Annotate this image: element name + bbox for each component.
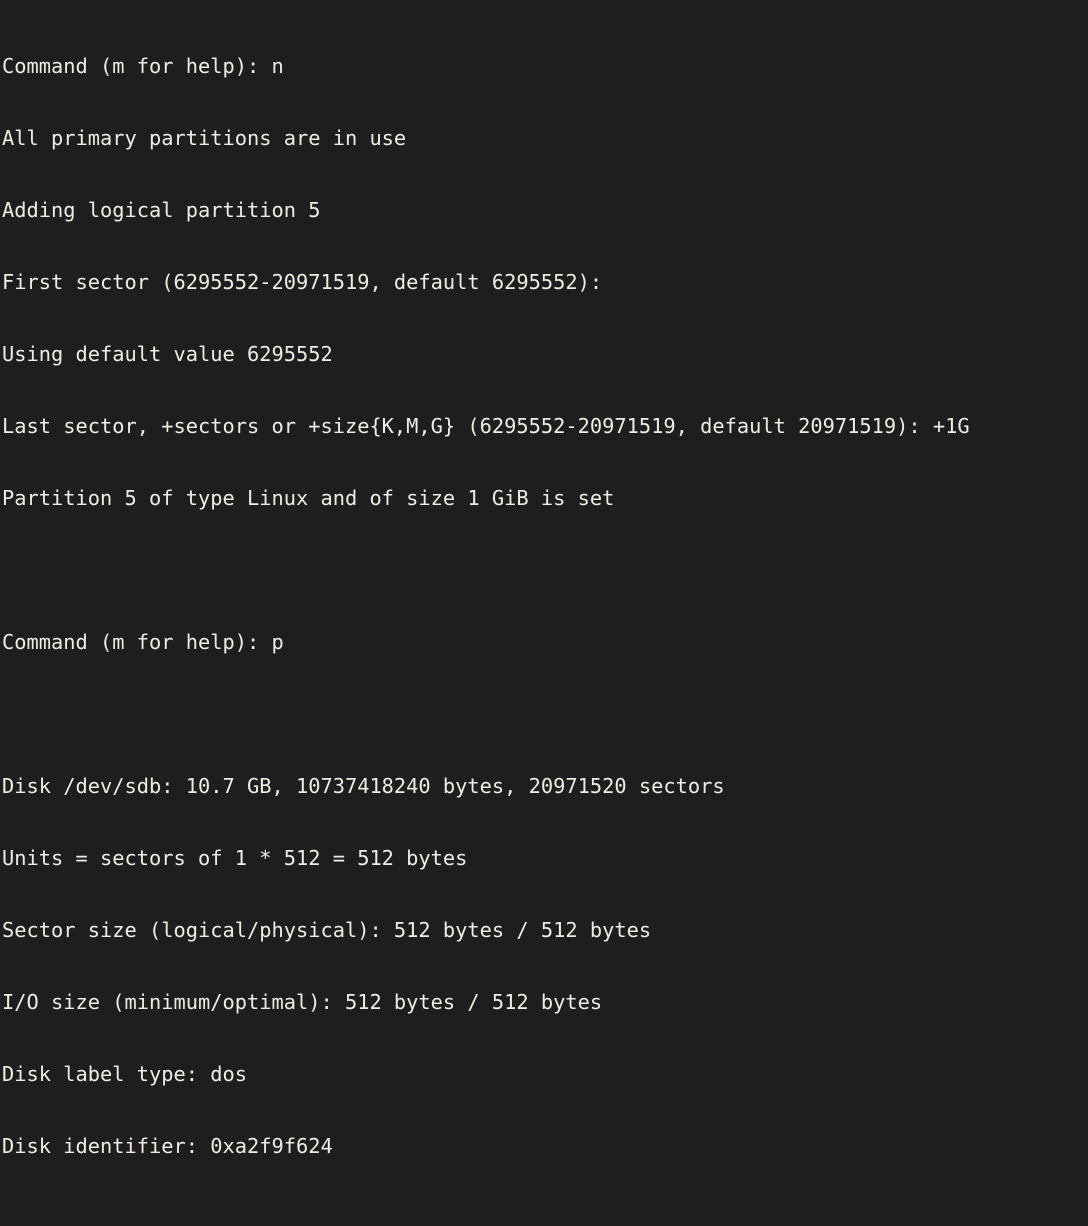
- terminal-line-partition-set: Partition 5 of type Linux and of size 1 …: [2, 486, 615, 510]
- terminal-line-using-default-value: Using default value 6295552: [2, 342, 333, 366]
- terminal-line-adding-logical-partition: Adding logical partition 5: [2, 198, 321, 222]
- terminal-line-disk-label-type: Disk label type: dos: [2, 1062, 247, 1086]
- terminal-line-disk-summary: Disk /dev/sdb: 10.7 GB, 10737418240 byte…: [2, 774, 725, 798]
- terminal-line-disk-identifier: Disk identifier: 0xa2f9f624: [2, 1134, 333, 1158]
- terminal-line-first-sector-prompt: First sector (6295552-20971519, default …: [2, 270, 603, 294]
- terminal-line-all-primary-in-use: All primary partitions are in use: [2, 126, 407, 150]
- terminal-screen[interactable]: Command (m for help): n All primary part…: [0, 0, 1088, 1158]
- terminal-line-io-size: I/O size (minimum/optimal): 512 bytes / …: [2, 990, 603, 1014]
- terminal-line-units: Units = sectors of 1 * 512 = 512 bytes: [2, 846, 468, 870]
- terminal-line-command-n: Command (m for help): n: [2, 54, 284, 78]
- terminal-line-sector-size: Sector size (logical/physical): 512 byte…: [2, 918, 652, 942]
- terminal-line-command-p: Command (m for help): p: [2, 630, 284, 654]
- terminal-line-last-sector-prompt: Last sector, +sectors or +size{K,M,G} (6…: [2, 414, 970, 438]
